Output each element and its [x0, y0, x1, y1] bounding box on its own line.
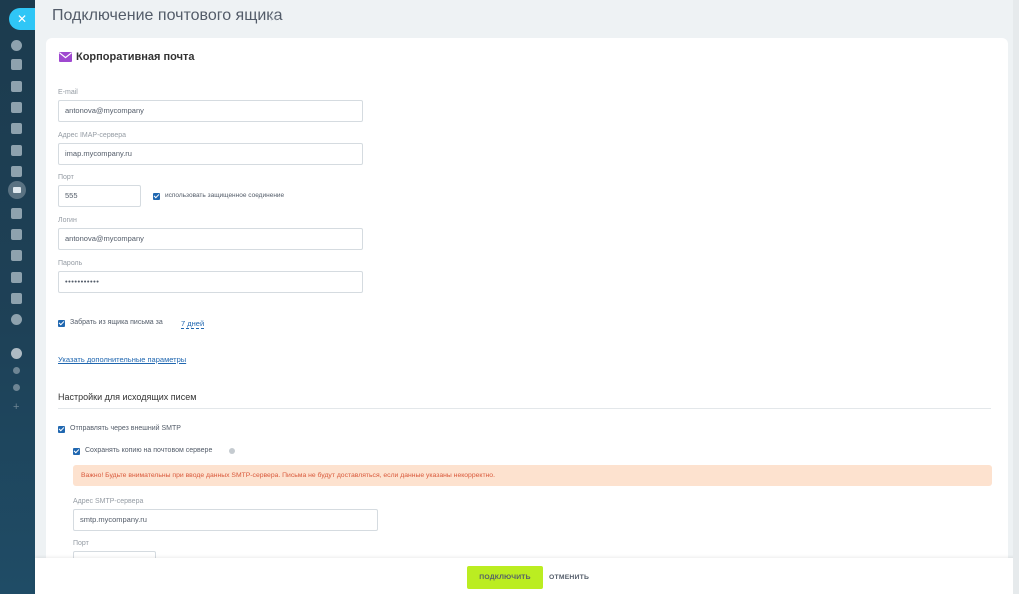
login-field[interactable]: antonova@mycompany	[58, 228, 363, 250]
feed-icon[interactable]	[11, 59, 22, 70]
crm-filter-icon[interactable]	[11, 229, 22, 240]
calendar-icon[interactable]	[11, 123, 22, 134]
email-field[interactable]: antonova@mycompany	[58, 100, 363, 122]
documents-icon[interactable]	[11, 145, 22, 156]
secure-connection-label: использовать защищенное соединение	[165, 192, 285, 199]
imap-label: Адрес IMAP-сервера	[58, 132, 127, 139]
tasks-icon[interactable]	[11, 102, 22, 113]
sitemap-icon[interactable]	[13, 367, 20, 374]
contact-center-icon[interactable]	[11, 250, 22, 261]
envelope-icon	[59, 52, 72, 62]
login-label: Логин	[58, 217, 77, 224]
shop-icon[interactable]	[11, 272, 22, 283]
fetch-mail-checkbox[interactable]	[58, 320, 65, 327]
activity-icon[interactable]	[11, 40, 22, 51]
section-divider	[58, 408, 991, 409]
employees-icon[interactable]	[11, 208, 22, 219]
secure-connection-checkbox[interactable]	[153, 193, 160, 200]
help-hint-icon[interactable]	[229, 448, 235, 454]
save-copy-checkbox[interactable]	[73, 448, 80, 455]
close-icon[interactable]: ✕	[9, 8, 35, 30]
smtp-server-field[interactable]: smtp.mycompany.ru	[73, 509, 378, 531]
cancel-button[interactable]: ОТМЕНИТЬ	[549, 566, 589, 589]
port-field[interactable]: 555	[58, 185, 141, 207]
password-label: Пароль	[58, 260, 83, 267]
drive-icon[interactable]	[11, 166, 22, 177]
form-card: Корпоративная почта E-mail antonova@myco…	[46, 38, 1008, 578]
connect-button[interactable]: ПОДКЛЮЧИТЬ	[467, 566, 543, 589]
smtp-server-label: Адрес SMTP-сервера	[73, 498, 144, 505]
chat-icon[interactable]	[11, 81, 22, 92]
external-smtp-checkbox[interactable]	[58, 426, 65, 433]
left-sidebar: ✕ +	[0, 0, 35, 594]
imap-server-field[interactable]: imap.mycompany.ru	[58, 143, 363, 165]
external-smtp-label: Отправлять через внешний SMTP	[70, 425, 181, 432]
favorite-star-icon[interactable]: ☆	[268, 9, 280, 25]
email-label: E-mail	[58, 89, 78, 96]
help-icon[interactable]	[11, 348, 22, 359]
smtp-port-label: Порт	[73, 540, 89, 547]
outgoing-section-title: Настройки для исходящих писем	[58, 392, 197, 402]
scrollbar[interactable]	[1013, 0, 1019, 594]
advanced-params-link[interactable]: Указать дополнительные параметры	[58, 355, 186, 364]
password-field[interactable]: •••••••••••	[58, 271, 363, 293]
fetch-mail-label: Забрать из ящика письма за	[70, 319, 163, 326]
sites-icon[interactable]	[11, 314, 22, 325]
settings-icon[interactable]	[13, 384, 20, 391]
port-label: Порт	[58, 174, 74, 181]
smtp-warning-banner: Важно! Будьте внимательны при вводе данн…	[73, 465, 992, 486]
page-title: Подключение почтового ящика	[52, 7, 283, 24]
save-copy-label: Сохранять копию на почтовом сервере	[85, 447, 213, 454]
footer-bar: ПОДКЛЮЧИТЬ ОТМЕНИТЬ	[35, 558, 1019, 594]
section-title: Корпоративная почта	[76, 51, 195, 63]
add-icon[interactable]: +	[13, 402, 19, 413]
box-icon[interactable]	[11, 293, 22, 304]
fetch-period-dropdown[interactable]: 7 дней	[181, 319, 205, 329]
mail-icon[interactable]	[8, 181, 26, 199]
